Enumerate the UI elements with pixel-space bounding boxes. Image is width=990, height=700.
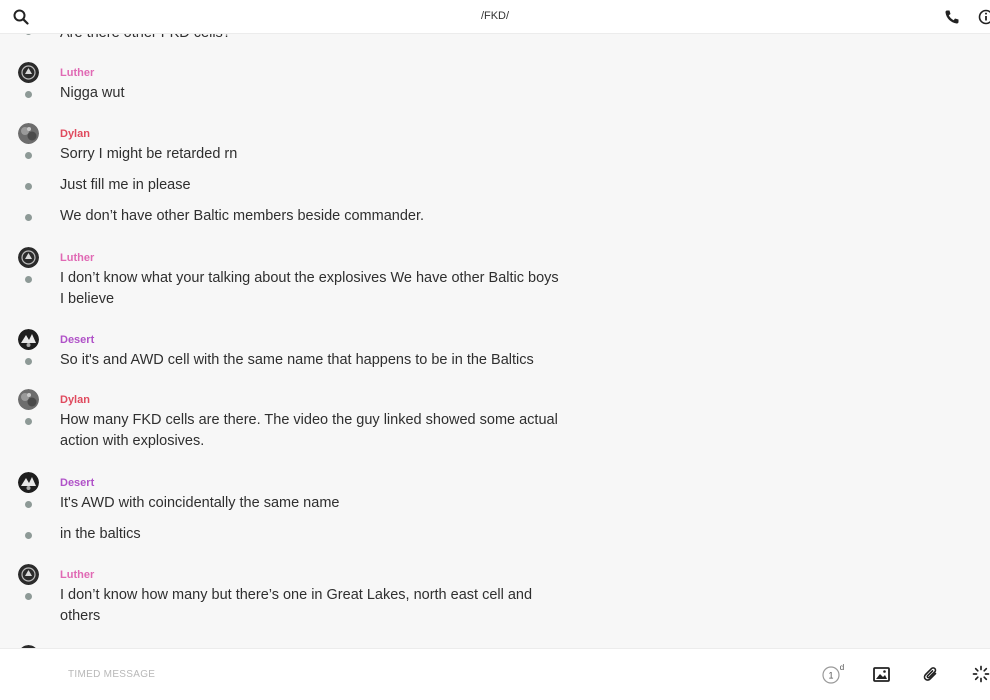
message-text[interactable]: Just fill me in please [60, 175, 560, 196]
paperclip-icon[interactable] [923, 666, 940, 683]
sender-name[interactable]: Dylan [60, 128, 90, 140]
message-dot [25, 152, 32, 159]
message-text[interactable]: How many FKD cells are there. The video … [60, 410, 560, 452]
spinner-icon[interactable] [972, 665, 990, 683]
top-bar: /FKD/ [0, 0, 990, 34]
message-text[interactable]: Nigga wut [60, 83, 560, 104]
avatar[interactable] [18, 329, 39, 350]
avatar[interactable] [18, 123, 39, 144]
sender-name[interactable]: Dylan [60, 394, 90, 406]
message-dot [25, 418, 32, 425]
message-dot [25, 532, 32, 539]
timer-unit: d [840, 663, 844, 672]
avatar[interactable] [18, 62, 39, 83]
timer-value: 1 [828, 671, 833, 681]
message-text[interactable]: I don’t know how many but there’s one in… [60, 585, 560, 627]
message-text[interactable]: Are there other FKD cells? [60, 34, 560, 44]
message-dot [25, 501, 32, 508]
message-dot [25, 183, 32, 190]
image-icon[interactable] [873, 666, 890, 683]
message-input[interactable]: TIMED MESSAGE [68, 669, 155, 680]
phone-icon[interactable] [944, 9, 960, 25]
avatar[interactable] [18, 472, 39, 493]
sender-name[interactable]: Luther [60, 569, 94, 581]
avatar[interactable] [18, 389, 39, 410]
message-dot [25, 358, 32, 365]
message-dot [25, 91, 32, 98]
sender-name[interactable]: Luther [60, 252, 94, 264]
conversation-title[interactable]: /FKD/ [0, 10, 990, 22]
avatar[interactable] [18, 247, 39, 268]
message-text[interactable]: in the baltics [60, 524, 560, 545]
message-dot [25, 34, 32, 35]
message-dot [25, 214, 32, 221]
message-dot [25, 593, 32, 600]
composer-bar: TIMED MESSAGE 1 d [0, 648, 990, 700]
info-icon[interactable] [978, 9, 990, 25]
message-text[interactable]: So it's and AWD cell with the same name … [60, 350, 560, 371]
sender-name[interactable]: Desert [60, 477, 94, 489]
message-text[interactable]: It's AWD with coincidentally the same na… [60, 493, 560, 514]
message-text[interactable]: Sorry I might be retarded rn [60, 144, 560, 165]
message-text[interactable]: We don’t have other Baltic members besid… [60, 206, 560, 227]
message-text[interactable]: I don’t know what your talking about the… [60, 268, 560, 310]
sender-name[interactable]: Desert [60, 334, 94, 346]
sender-name[interactable]: Luther [60, 67, 94, 79]
message-list: Are there other FKD cells? Luther Nigga … [0, 34, 990, 648]
message-dot [25, 276, 32, 283]
avatar[interactable] [18, 564, 39, 585]
timer-icon[interactable]: 1 d [822, 663, 846, 685]
